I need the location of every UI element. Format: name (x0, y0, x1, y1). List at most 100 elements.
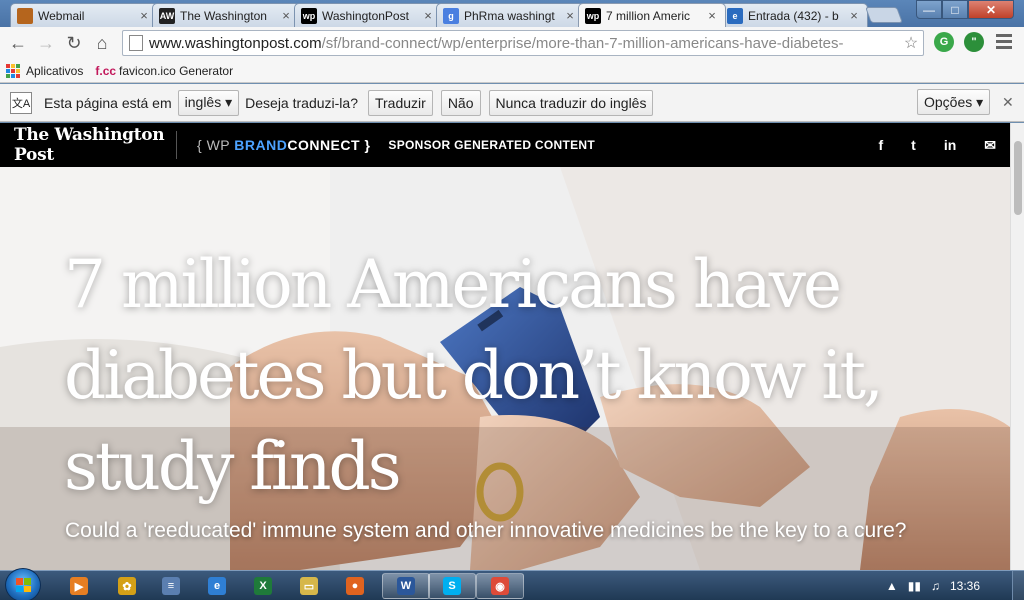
back-button[interactable]: ← (4, 29, 32, 57)
bookmark-star-icon[interactable]: ☆ (899, 33, 923, 53)
reload-button[interactable]: ↻ (60, 29, 88, 57)
show-desktop-button[interactable] (1012, 571, 1024, 600)
address-bar[interactable]: www.washingtonpost.com /sf/brand-connect… (122, 30, 924, 56)
taskbar-item[interactable]: ▶ (60, 573, 98, 599)
article-headline: 7 million Americans have diabetes but do… (64, 246, 884, 505)
extension-icon[interactable]: G (934, 32, 954, 52)
start-button[interactable] (5, 568, 41, 600)
forward-button[interactable]: → (32, 29, 60, 57)
bookmark-favicon-generator[interactable]: f.cc favicon.ico Generator (95, 64, 233, 78)
tab-close-icon[interactable]: × (847, 8, 861, 23)
taskbar-item[interactable]: e (198, 573, 236, 599)
article-subheadline: Could a 'reeducated' immune system and o… (65, 519, 907, 542)
tab-close-icon[interactable]: × (137, 8, 151, 23)
page-scrollbar[interactable] (1010, 123, 1024, 570)
translate-icon: 文A (10, 91, 32, 114)
word-icon: W (397, 577, 415, 595)
sponsor-label: SPONSOR GENERATED CONTENT (388, 138, 596, 152)
tab-washington-aw[interactable]: AW The Washington × (152, 3, 300, 27)
washington-post-logo[interactable]: The Washington Post (14, 125, 174, 165)
system-tray: ▲ ▮▮ ♫ 13:36 (886, 571, 1024, 600)
skype-icon: S (443, 577, 461, 595)
taskbar-item[interactable]: ● (336, 573, 374, 599)
volume-icon[interactable]: ♫ (931, 579, 940, 593)
network-icon[interactable]: ▮▮ (908, 579, 921, 593)
close-infobar-icon[interactable]: ✕ (1002, 94, 1014, 111)
maximize-button[interactable]: □ (942, 0, 968, 19)
hero-image: 7 million Americans have diabetes but do… (0, 167, 1010, 570)
tab-phrma[interactable]: g PhRma washingt × (436, 3, 584, 27)
chrome-menu-icon[interactable] (996, 34, 1012, 50)
translate-infobar: 文A Esta página está em inglês ▾ Deseja t… (0, 84, 1024, 122)
page-icon (129, 35, 143, 51)
file-explorer-icon: ▭ (300, 577, 318, 595)
taskbar-item[interactable]: S (428, 573, 476, 599)
internet-explorer-icon: e (208, 577, 226, 595)
taskbar-item[interactable]: ≡ (152, 573, 190, 599)
no-translate-button[interactable]: Não (440, 89, 481, 116)
translate-question: Deseja traduzi-la? (245, 94, 358, 111)
never-translate-button[interactable]: Nunca traduzir do inglês (488, 89, 654, 116)
tab-close-icon[interactable]: × (421, 8, 435, 23)
home-button[interactable]: ⌂ (88, 29, 116, 57)
apps-grid-icon (6, 63, 20, 78)
tab-close-icon[interactable]: × (705, 8, 719, 23)
taskbar-item[interactable]: ◉ (476, 573, 524, 599)
media-player-icon: ▶ (70, 577, 88, 595)
document-app-icon: ≡ (162, 577, 180, 595)
header-divider (176, 131, 177, 159)
bookmark-label: Aplicativos (26, 63, 84, 78)
taskbar-item[interactable]: ✿ (108, 573, 146, 599)
translate-options-button[interactable]: Opções ▾ (917, 89, 991, 115)
tab-close-icon[interactable]: × (563, 8, 577, 23)
tab-title: Webmail (38, 8, 85, 23)
tab-title: 7 million Americ (606, 8, 691, 23)
url-path: /sf/brand-connect/wp/enterprise/more-tha… (321, 34, 844, 52)
brand-rest: CONNECT } (287, 137, 371, 153)
taskbar-item[interactable]: X (244, 573, 282, 599)
taskbar-item[interactable]: W (382, 573, 430, 599)
tab-washingtonpost[interactable]: wp WashingtonPost × (294, 3, 442, 27)
mail-favicon: e (727, 7, 743, 24)
hangouts-icon[interactable]: " (964, 32, 984, 52)
minimize-button[interactable]: — (916, 0, 942, 19)
tab-title: PhRma washingt (464, 8, 555, 23)
clock[interactable]: 13:36 (950, 579, 980, 593)
facebook-icon[interactable]: f (878, 137, 883, 153)
language-select[interactable]: inglês ▾ (177, 89, 240, 116)
translate-button[interactable]: Traduzir (367, 89, 433, 116)
close-window-button[interactable]: ✕ (968, 0, 1014, 19)
wp-header: The Washington Post { WP BRANDCONNECT } … (0, 123, 1010, 167)
email-icon[interactable]: ✉ (984, 137, 996, 154)
scrollbar-thumb[interactable] (1014, 141, 1022, 215)
linkedin-icon[interactable]: in (944, 137, 956, 153)
bookmark-apps[interactable]: Aplicativos (6, 63, 84, 78)
favicon-generator-icon: f.cc (95, 63, 117, 78)
translate-prompt: Esta página está em (44, 94, 172, 111)
tab-title: Entrada (432) - b (748, 8, 839, 23)
excel-icon: X (254, 577, 272, 595)
brand-accent: BRAND (234, 137, 288, 153)
tab-7-million-americans[interactable]: wp 7 million Americ × (578, 3, 726, 27)
twitter-icon[interactable]: t (911, 137, 916, 153)
brand-connect-logo[interactable]: { WP BRANDCONNECT } (197, 137, 370, 153)
tab-entrada[interactable]: e Entrada (432) - b × (720, 3, 868, 27)
firefox-icon: ● (346, 577, 364, 595)
bookmarks-bar: Aplicativos f.cc favicon.ico Generator (0, 59, 1024, 83)
tab-title: WashingtonPost (322, 8, 409, 23)
wp-favicon: wp (301, 7, 317, 24)
webmail-favicon (17, 7, 33, 24)
browser-toolbar: ← → ↻ ⌂ www.washingtonpost.com /sf/brand… (0, 27, 1024, 59)
web-page: The Washington Post { WP BRANDCONNECT } … (0, 123, 1010, 570)
tab-webmail[interactable]: Webmail × (10, 3, 158, 27)
url-domain: www.washingtonpost.com (149, 34, 322, 52)
new-tab-button[interactable] (865, 7, 903, 23)
taskbar-item[interactable]: ▭ (290, 573, 328, 599)
google-favicon: g (443, 7, 459, 24)
bookmark-label: favicon.ico Generator (119, 63, 234, 78)
aw-favicon: AW (159, 7, 175, 24)
tray-expand-icon[interactable]: ▲ (886, 579, 898, 593)
sunflower-app-icon: ✿ (118, 577, 136, 595)
tab-strip: Webmail × AW The Washington × wp Washing… (0, 0, 1024, 27)
tab-close-icon[interactable]: × (279, 8, 293, 23)
